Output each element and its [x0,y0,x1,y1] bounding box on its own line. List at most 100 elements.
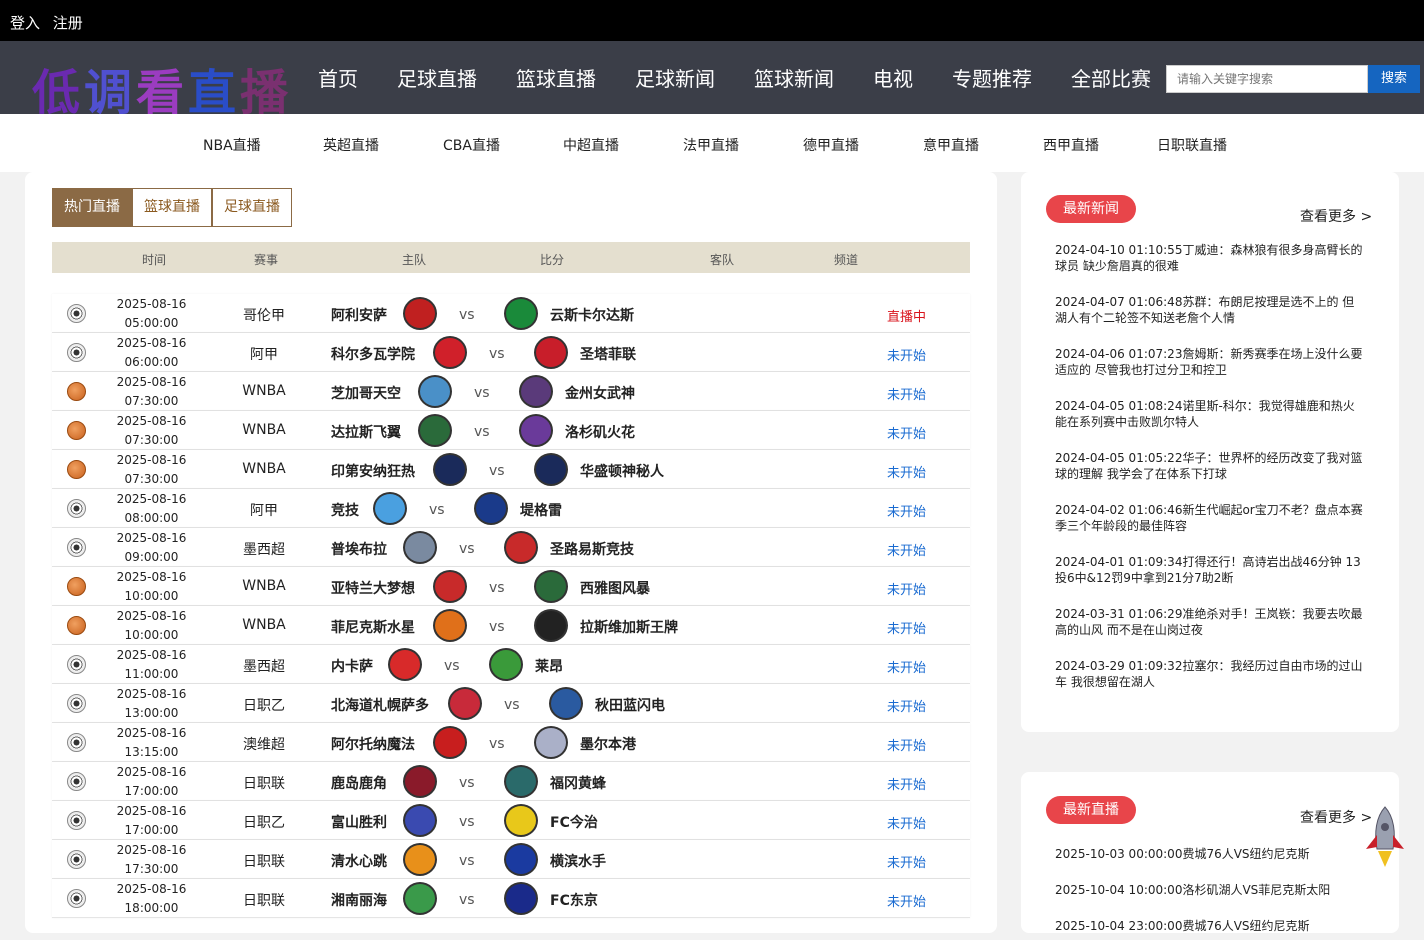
match-date: 2025-08-16 [116,726,187,740]
match-status[interactable]: 未开始 [887,618,926,637]
live-item[interactable]: 2025-10-04 23:00:00费城76人VS纽约尼克斯 [1046,904,1372,940]
table-row[interactable]: 2025-08-16 05:00:00 哥伦甲 阿利安萨 vs 云斯卡尔达斯 直播… [52,294,970,333]
nav-all-matches[interactable]: 全部比赛 [1071,63,1151,92]
table-row[interactable]: 2025-08-16 18:00:00 日职联 湘南丽海 vs FC东京 未开始 [52,879,970,918]
match-clock: 18:00:00 [124,901,179,915]
match-status[interactable]: 未开始 [887,852,926,871]
nav-soccer-live[interactable]: 足球直播 [397,63,477,92]
logo-char: 看 [136,65,189,121]
match-status[interactable]: 未开始 [887,813,926,832]
table-row[interactable]: 2025-08-16 09:00:00 墨西超 普埃布拉 vs 圣路易斯竞技 未开… [52,528,970,567]
table-row[interactable]: 2025-08-16 17:00:00 日职乙 富山胜利 vs FC今治 未开始 [52,801,970,840]
news-item[interactable]: 2024-04-10 01:10:55丁威迪：森林狼有很多身高臂长的球员 缺少詹… [1046,232,1372,284]
table-row[interactable]: 2025-08-16 10:00:00 WNBA 亚特兰大梦想 vs 西雅图风暴 … [52,567,970,606]
home-team: 富山胜利 [331,815,387,831]
subnav-jleague[interactable]: 日职联直播 [1157,135,1227,155]
tab-basketball-live[interactable]: 篮球直播 [132,188,212,227]
search-input[interactable] [1166,65,1368,93]
news-item[interactable]: 2024-03-31 01:06:29准绝杀对手！王岚嵚：我要去吹最高的山风 而… [1046,596,1372,648]
basketball-icon [67,421,86,440]
tab-hot-live[interactable]: 热门直播 [52,188,132,227]
home-team: 湘南丽海 [331,893,387,909]
match-league: 日职联 [243,776,285,792]
tab-soccer-live[interactable]: 足球直播 [212,188,292,227]
match-status[interactable]: 未开始 [887,657,926,676]
table-row[interactable]: 2025-08-16 11:00:00 墨西超 内卡萨 vs 莱昂 未开始 [52,645,970,684]
nav-tv[interactable]: 电视 [873,63,913,92]
live-item[interactable]: 2025-10-03 00:00:00费城76人VS纽约尼克斯 [1046,832,1372,868]
table-row[interactable]: 2025-08-16 17:30:00 日职联 清水心跳 vs 横滨水手 未开始 [52,840,970,879]
subnav-epl[interactable]: 英超直播 [323,135,379,155]
subnav-csl[interactable]: 中超直播 [563,135,619,155]
match-league: WNBA [242,617,286,633]
table-row[interactable]: 2025-08-16 07:30:00 WNBA 芝加哥天空 vs 金州女武神 未… [52,372,970,411]
match-time: 2025-08-16 18:00:00 [114,880,189,918]
subnav-cba[interactable]: CBA直播 [443,135,500,155]
logo-char: 播 [240,65,293,121]
match-status[interactable]: 未开始 [887,345,926,364]
home-team-logo-icon [433,336,467,369]
live-item[interactable]: 2025-10-04 10:00:00洛杉矶湖人VS菲尼克斯太阳 [1046,868,1372,904]
search-button[interactable]: 搜索 [1368,65,1420,93]
news-item[interactable]: 2024-04-02 01:06:46新生代崛起or宝刀不老？盘点本赛季三个年龄… [1046,492,1372,544]
news-item[interactable]: 2024-04-07 01:06:48苏群：布朗尼按理是选不上的 但湖人有个二轮… [1046,284,1372,336]
back-to-top-rocket-icon[interactable] [1362,805,1408,871]
table-row[interactable]: 2025-08-16 08:00:00 阿甲 竞技 vs 堤格雷 未开始 [52,489,970,528]
match-league: 澳维超 [243,737,285,753]
nav-basketball-news[interactable]: 篮球新闻 [754,63,834,92]
subnav-laliga[interactable]: 西甲直播 [1043,135,1099,155]
match-time: 2025-08-16 17:00:00 [114,763,189,801]
match-status[interactable]: 未开始 [887,423,926,442]
login-link[interactable]: 登入 [10,14,40,32]
away-team: FC东京 [550,893,598,909]
nav-basketball-live[interactable]: 篮球直播 [516,63,596,92]
match-status[interactable]: 未开始 [887,384,926,403]
home-team: 芝加哥天空 [331,386,401,402]
match-date: 2025-08-16 [116,687,187,701]
news-item[interactable]: 2024-04-01 01:09:34打得还行！高诗岩出战46分钟 13投6中&… [1046,544,1372,596]
match-status[interactable]: 未开始 [887,696,926,715]
away-team-logo-icon [534,609,568,642]
match-status[interactable]: 未开始 [887,735,926,754]
soccer-ball-icon [67,499,86,518]
home-team-logo-icon [373,492,407,525]
soccer-ball-icon [67,538,86,557]
site-logo[interactable]: 低调看直播 [32,53,292,123]
subnav-seriea[interactable]: 意甲直播 [923,135,979,155]
news-more-link[interactable]: 查看更多 > [1300,206,1372,226]
table-row[interactable]: 2025-08-16 06:00:00 阿甲 科尔多瓦学院 vs 圣塔菲联 未开始 [52,333,970,372]
news-item[interactable]: 2024-03-29 01:09:32拉塞尔：我经历过自由市场的过山车 我很想留… [1046,648,1372,700]
match-status[interactable]: 未开始 [887,540,926,559]
match-league: 日职联 [243,893,285,909]
nav-soccer-news[interactable]: 足球新闻 [635,63,715,92]
match-status[interactable]: 未开始 [887,501,926,520]
subnav-nba[interactable]: NBA直播 [203,135,261,155]
col-time: 时间 [142,253,167,267]
table-row[interactable]: 2025-08-16 10:00:00 WNBA 菲尼克斯水星 vs 拉斯维加斯王… [52,606,970,645]
subnav-bundesliga[interactable]: 德甲直播 [803,135,859,155]
subnav-ligue1[interactable]: 法甲直播 [683,135,739,155]
match-status[interactable]: 未开始 [887,579,926,598]
col-score: 比分 [540,253,565,267]
table-row[interactable]: 2025-08-16 17:00:00 日职联 鹿岛鹿角 vs 福冈黄蜂 未开始 [52,762,970,801]
match-clock: 11:00:00 [124,667,179,681]
match-status[interactable]: 未开始 [887,774,926,793]
register-link[interactable]: 注册 [53,14,83,32]
match-time: 2025-08-16 07:30:00 [114,412,189,450]
main-nav: 首页 足球直播 篮球直播 足球新闻 篮球新闻 电视 专题推荐 全部比赛 [318,63,1190,92]
away-team: 金州女武神 [565,386,635,402]
news-item[interactable]: 2024-04-05 01:08:24诺里斯-科尔：我觉得雄鹿和热火能在系列赛中… [1046,388,1372,440]
table-row[interactable]: 2025-08-16 07:30:00 WNBA 印第安纳狂热 vs 华盛顿神秘人… [52,450,970,489]
nav-home[interactable]: 首页 [318,63,358,92]
match-date: 2025-08-16 [116,804,187,818]
nav-topics[interactable]: 专题推荐 [952,63,1032,92]
match-clock: 06:00:00 [124,355,179,369]
match-status[interactable]: 未开始 [887,462,926,481]
news-item[interactable]: 2024-04-06 01:07:23詹姆斯：新秀赛季在场上没什么要适应的 尽管… [1046,336,1372,388]
news-item[interactable]: 2024-04-05 01:05:22华子：世界杯的经历改变了我对篮球的理解 我… [1046,440,1372,492]
table-row[interactable]: 2025-08-16 13:15:00 澳维超 阿尔托纳魔法 vs 墨尔本港 未开… [52,723,970,762]
table-row[interactable]: 2025-08-16 07:30:00 WNBA 达拉斯飞翼 vs 洛杉矶火花 未… [52,411,970,450]
home-team: 清水心跳 [331,854,387,870]
table-row[interactable]: 2025-08-16 13:00:00 日职乙 北海道札幌萨多 vs 秋田蓝闪电 … [52,684,970,723]
match-status[interactable]: 未开始 [887,891,926,910]
